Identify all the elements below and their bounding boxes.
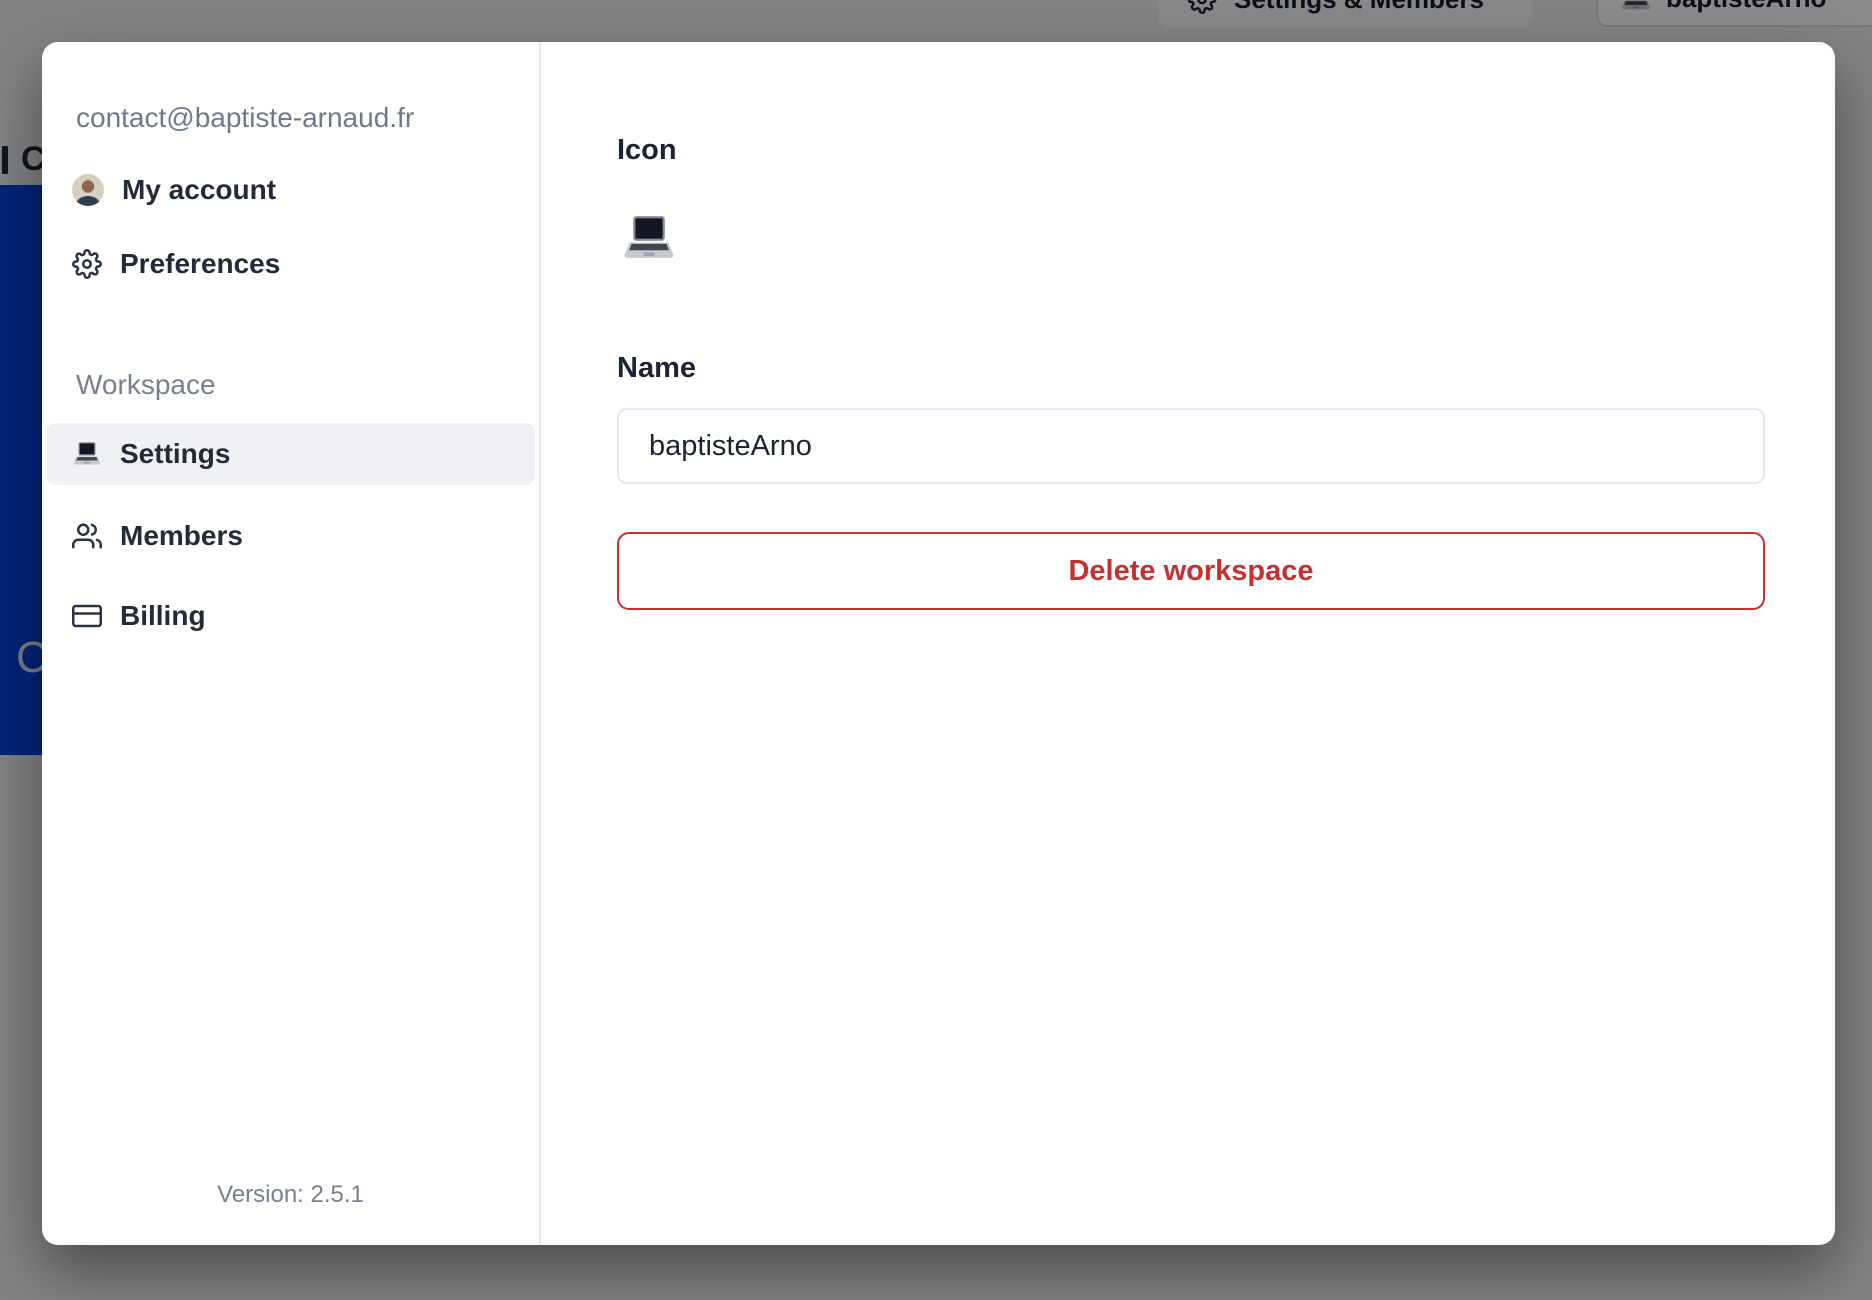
name-section-title: Name — [617, 352, 696, 384]
sidebar-item-settings[interactable]: Settings — [46, 423, 535, 485]
workspace-settings-content: Icon Name Delete workspace — [541, 42, 1835, 1245]
account-email: contact@baptiste-arnaud.fr — [76, 102, 415, 133]
laptop-icon — [621, 214, 677, 264]
gear-icon — [72, 249, 102, 279]
workspace-name-input[interactable] — [617, 408, 1765, 484]
avatar — [72, 174, 104, 206]
workspace-icon-button[interactable] — [617, 208, 681, 272]
users-icon — [72, 521, 102, 551]
sidebar-item-billing[interactable]: Billing — [46, 585, 535, 647]
settings-sidebar: contact@baptiste-arnaud.fr My account Pr… — [42, 42, 541, 1245]
delete-workspace-button[interactable]: Delete workspace — [617, 532, 1765, 610]
credit-card-icon — [72, 601, 102, 631]
sidebar-item-my-account[interactable]: My account — [46, 159, 535, 221]
workspace-settings-modal: contact@baptiste-arnaud.fr My account Pr… — [42, 42, 1835, 1245]
preferences-label: Preferences — [120, 248, 281, 279]
icon-section-title: Icon — [617, 134, 677, 166]
members-label: Members — [120, 520, 243, 551]
settings-label: Settings — [120, 438, 231, 469]
workspace-section-title: Workspace — [76, 369, 216, 400]
my-account-label: My account — [122, 174, 277, 205]
version-text: Version: 2.5.1 — [217, 1181, 364, 1208]
billing-label: Billing — [120, 600, 206, 631]
sidebar-item-members[interactable]: Members — [46, 505, 535, 567]
laptop-icon — [72, 441, 102, 468]
sidebar-item-preferences[interactable]: Preferences — [46, 233, 535, 295]
